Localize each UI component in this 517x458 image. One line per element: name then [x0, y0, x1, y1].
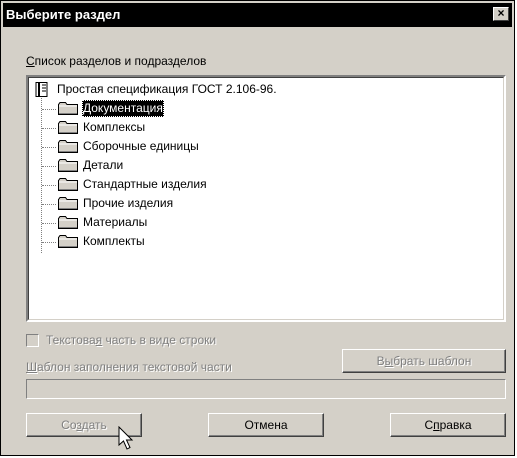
title-bar[interactable]: Выберите раздел × [3, 3, 512, 27]
tree-connector-branch [42, 242, 56, 243]
folder-icon [58, 178, 78, 191]
cancel-label: Отмена [244, 418, 288, 432]
select-template-label-a: В [376, 354, 385, 368]
template-label-accel: Ш [26, 360, 37, 374]
tree-item-label: Материалы [83, 215, 148, 229]
tree-label: Список разделов и подразделов [26, 54, 206, 68]
tree-item[interactable]: Детали [58, 157, 458, 174]
select-section-dialog: Выберите раздел × Список разделов и подр… [0, 0, 515, 456]
select-template-button[interactable]: Выбрать шаблон [342, 349, 506, 373]
tree-connector-branch [42, 128, 56, 129]
tree-root-label: Простая спецификация ГОСТ 2.106-96. [57, 82, 277, 96]
tree-item[interactable]: Комплексы [58, 119, 458, 136]
tree-item-label: Комплекты [83, 234, 145, 248]
tree-connector-branch [42, 147, 56, 148]
template-label-text: аблон заполнения текстовой части [37, 360, 232, 374]
text-as-string-label: Текстовая часть в виде строки [46, 333, 216, 347]
close-button[interactable]: × [493, 7, 509, 21]
cancel-button[interactable]: Отмена [208, 413, 324, 437]
tree-item[interactable]: Комплекты [58, 233, 458, 250]
folder-icon [58, 121, 78, 134]
folder-icon [58, 140, 78, 153]
tree-connector [41, 98, 42, 253]
close-icon: × [497, 6, 505, 20]
tree-connector-branch [42, 185, 56, 186]
tree-item-label: Документация [82, 100, 164, 117]
tree-item-label: Стандартные изделия [83, 177, 207, 191]
tree-item[interactable]: Сборочные единицы [58, 138, 458, 155]
tree-root[interactable]: Простая спецификация ГОСТ 2.106-96. [34, 81, 474, 98]
folder-icon [58, 235, 78, 248]
template-label: Шаблон заполнения текстовой части [26, 360, 232, 374]
tree-connector-branch [42, 223, 56, 224]
select-template-accel: ы [384, 354, 394, 368]
section-tree[interactable]: Простая спецификация ГОСТ 2.106-96. Доку… [26, 75, 506, 322]
select-template-label-b: брать шаблон [393, 354, 472, 368]
help-label-a: С [424, 418, 434, 432]
help-button[interactable]: Справка [390, 413, 506, 437]
tree-item-label: Детали [83, 158, 124, 172]
mouse-pointer-icon [118, 426, 134, 450]
tree-connector-branch [42, 109, 56, 110]
create-label-b: дать [81, 418, 107, 432]
folder-icon [58, 159, 78, 172]
book-icon [35, 82, 48, 97]
tree-label-accel: С [26, 54, 35, 68]
folder-icon [58, 197, 78, 210]
template-field[interactable] [26, 379, 506, 399]
help-label-b: равка [439, 418, 472, 432]
create-label-a: Со [61, 418, 77, 432]
window-title: Выберите раздел [6, 7, 121, 22]
tree-connector-branch [42, 204, 56, 205]
text-as-string-label-b: часть в виде строки [102, 333, 217, 347]
tree-item[interactable]: Документация [58, 100, 458, 117]
text-as-string-checkbox[interactable] [26, 334, 39, 347]
folder-icon [58, 102, 78, 115]
tree-item-label: Прочие изделия [83, 196, 174, 210]
text-as-string-label-a: Текстова [46, 333, 96, 347]
tree-connector-branch [42, 166, 56, 167]
tree-item[interactable]: Стандартные изделия [58, 176, 458, 193]
tree-item-label: Комплексы [83, 120, 146, 134]
tree-label-text: писок разделов и подразделов [34, 54, 207, 68]
tree-item[interactable]: Прочие изделия [58, 195, 458, 212]
tree-item[interactable]: Материалы [58, 214, 458, 231]
folder-icon [58, 216, 78, 229]
tree-item-label: Сборочные единицы [83, 139, 199, 153]
